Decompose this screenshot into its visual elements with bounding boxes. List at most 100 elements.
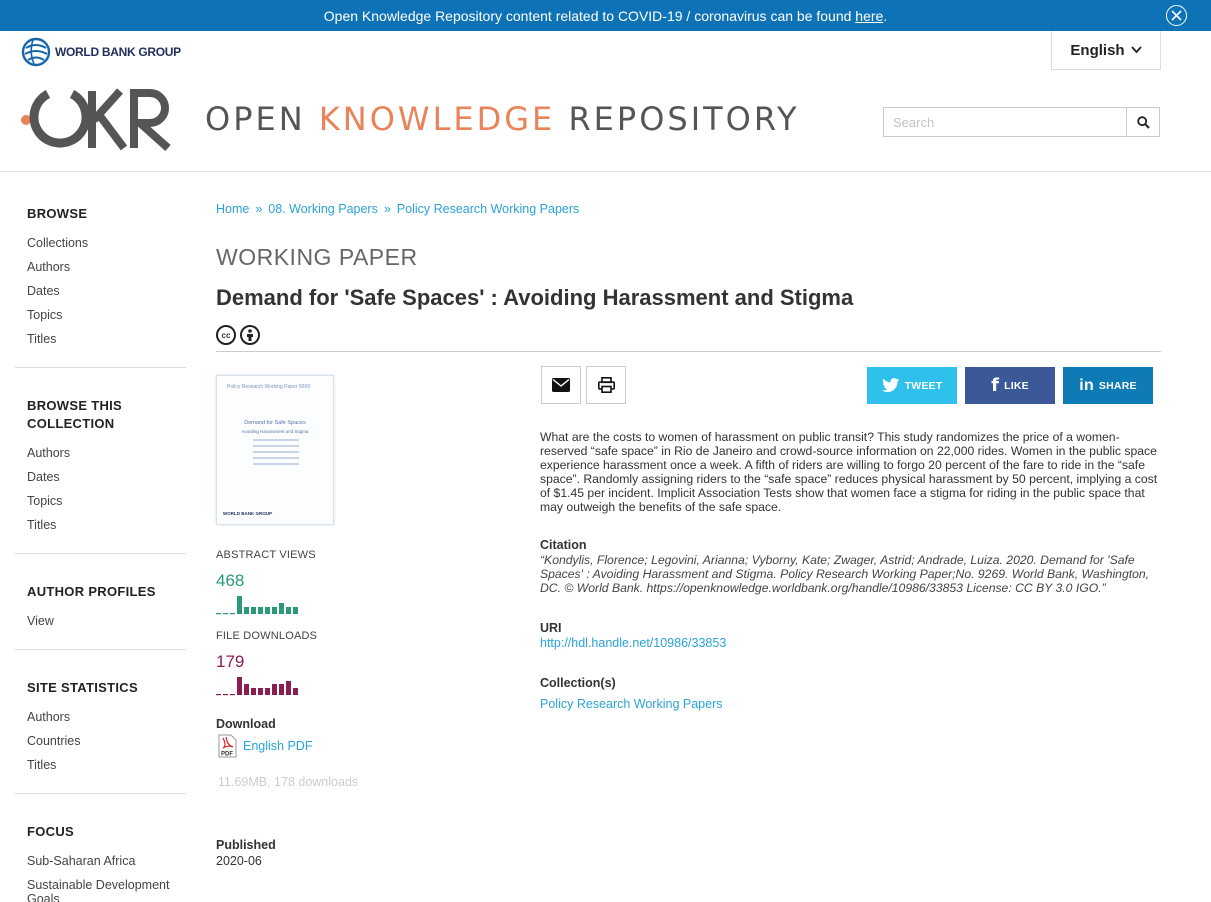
world-bank-group-logo[interactable]: WORLD BANK GROUP — [21, 37, 181, 67]
license-badges[interactable]: cc — [216, 325, 260, 345]
search-icon — [1136, 115, 1150, 129]
sparkline-bar — [286, 607, 291, 614]
sidebar-divider — [15, 649, 186, 650]
language-selector[interactable]: English — [1051, 31, 1161, 70]
sparkline-baseline-segment — [230, 694, 235, 696]
search-button[interactable] — [1126, 108, 1159, 136]
download-link-label: English PDF — [243, 739, 313, 753]
sidebar-divider — [15, 553, 186, 554]
breadcrumb: Home » 08. Working Papers » Policy Resea… — [216, 202, 579, 216]
okr-logo[interactable] — [20, 86, 172, 152]
sidebar-site-statistics: SITE STATISTICS Authors Countries Titles — [21, 679, 186, 777]
document-type: WORKING PAPER — [216, 244, 418, 270]
sidebar-item-authors[interactable]: Authors — [27, 705, 186, 729]
sidebar-item-sub-saharan-africa[interactable]: Sub-Saharan Africa — [27, 849, 186, 873]
published-date: 2020-06 — [216, 854, 262, 868]
document-thumbnail[interactable]: Policy Research Working Paper 9269 Deman… — [216, 375, 334, 525]
printer-icon — [597, 377, 615, 393]
sidebar-item-authors[interactable]: Authors — [27, 255, 186, 279]
sparkline-bar — [244, 684, 249, 695]
abstract-views-label: ABSTRACT VIEWS — [216, 549, 316, 561]
sidebar-item-dates[interactable]: Dates — [27, 279, 186, 303]
citation-text: “Kondylis, Florence; Legovini, Arianna; … — [540, 553, 1150, 595]
abstract-views-count: 468 — [216, 571, 245, 590]
linkedin-icon: in — [1079, 376, 1094, 394]
sparkline-bar — [237, 677, 242, 695]
envelope-icon — [552, 378, 570, 392]
sparkline-bar — [258, 688, 263, 695]
sparkline-bar — [244, 607, 249, 614]
sidebar-item-countries[interactable]: Countries — [27, 729, 186, 753]
sidebar-item-topics[interactable]: Topics — [27, 489, 186, 513]
close-banner-button[interactable] — [1166, 5, 1187, 26]
sidebar-item-titles[interactable]: Titles — [27, 753, 186, 777]
sparkline-bar — [265, 607, 270, 614]
sparkline-bar — [286, 681, 291, 695]
file-downloads-label: FILE DOWNLOADS — [216, 630, 318, 642]
uri-heading: URI — [540, 621, 562, 635]
file-downloads-sparkline — [216, 677, 298, 696]
sidebar-heading: AUTHOR PROFILES — [27, 584, 156, 599]
sidebar-item-titles[interactable]: Titles — [27, 513, 186, 537]
search-box — [883, 107, 1160, 137]
sidebar-item-sdgs[interactable]: Sustainable Development Goals — [27, 873, 177, 902]
like-label: LIKE — [1004, 379, 1029, 392]
tweet-button[interactable]: TWEET — [867, 367, 957, 404]
search-input[interactable] — [884, 108, 1126, 136]
email-button[interactable] — [541, 366, 581, 404]
abstract-views-sparkline — [216, 596, 298, 615]
sparkline-bar — [279, 603, 284, 614]
sparkline-bar — [258, 607, 263, 614]
sidebar: BROWSE Collections Authors Dates Topics … — [15, 205, 186, 902]
sidebar-heading: BROWSE — [27, 206, 88, 221]
sparkline-bar — [251, 688, 256, 695]
sidebar-item-titles[interactable]: Titles — [27, 327, 186, 351]
uri-link[interactable]: http://hdl.handle.net/10986/33853 — [540, 636, 726, 650]
breadcrumb-separator: » — [255, 202, 263, 216]
sparkline-bar — [251, 607, 256, 614]
breadcrumb-home[interactable]: Home — [216, 202, 249, 216]
site-title: OPEN KNOWLEDGE REPOSITORY — [205, 100, 800, 138]
sidebar-heading: SITE STATISTICS — [27, 680, 138, 695]
sidebar-item-view[interactable]: View — [27, 609, 186, 633]
linkedin-share-button[interactable]: in SHARE — [1063, 367, 1153, 404]
covid-banner: Open Knowledge Repository content relate… — [0, 0, 1211, 31]
sidebar-item-topics[interactable]: Topics — [27, 303, 186, 327]
collections-heading: Collection(s) — [540, 676, 616, 690]
breadcrumb-working-papers[interactable]: 08. Working Papers — [268, 202, 378, 216]
svg-text:PDF: PDF — [221, 752, 233, 758]
banner-suffix: . — [883, 7, 888, 24]
like-button[interactable]: f LIKE — [965, 367, 1055, 404]
thumbnail-title: Demand for Safe Spaces Avoiding Harassmen… — [241, 420, 309, 434]
thumbnail-author-lines — [253, 439, 299, 469]
thumbnail-publisher: WORLD BANK GROUP — [223, 511, 272, 516]
print-button[interactable] — [586, 366, 626, 404]
chevron-down-icon — [1130, 46, 1142, 54]
sidebar-heading: BROWSE THIS COLLECTION — [27, 398, 123, 431]
sidebar-item-authors[interactable]: Authors — [27, 441, 186, 465]
attribution-icon — [240, 325, 260, 345]
sidebar-browse: BROWSE Collections Authors Dates Topics … — [21, 205, 186, 351]
collection-link[interactable]: Policy Research Working Papers — [540, 697, 722, 711]
sparkline-bar — [293, 688, 298, 695]
download-pdf-link[interactable]: PDF English PDF — [218, 734, 312, 758]
tweet-label: TWEET — [904, 379, 943, 392]
citation-heading: Citation — [540, 538, 587, 552]
org-name: WORLD BANK GROUP — [55, 45, 181, 59]
header-divider — [0, 171, 1211, 172]
breadcrumb-separator: » — [383, 202, 391, 216]
twitter-icon — [881, 378, 899, 393]
sidebar-item-collections[interactable]: Collections — [27, 231, 186, 255]
banner-link[interactable]: here — [855, 8, 883, 24]
breadcrumb-policy-research[interactable]: Policy Research Working Papers — [397, 202, 579, 216]
sparkline-baseline-segment — [216, 694, 221, 696]
sparkline-bar — [272, 607, 277, 614]
sidebar-item-dates[interactable]: Dates — [27, 465, 186, 489]
sparkline-bar — [272, 684, 277, 695]
thumbnail-series: Policy Research Working Paper 9269 — [227, 384, 311, 390]
sparkline-bar — [237, 596, 242, 614]
title-divider — [216, 351, 1161, 352]
sparkline-baseline-segment — [223, 613, 228, 615]
page-title: Demand for 'Safe Spaces' : Avoiding Hara… — [216, 285, 854, 310]
sparkline-bar — [293, 607, 298, 614]
